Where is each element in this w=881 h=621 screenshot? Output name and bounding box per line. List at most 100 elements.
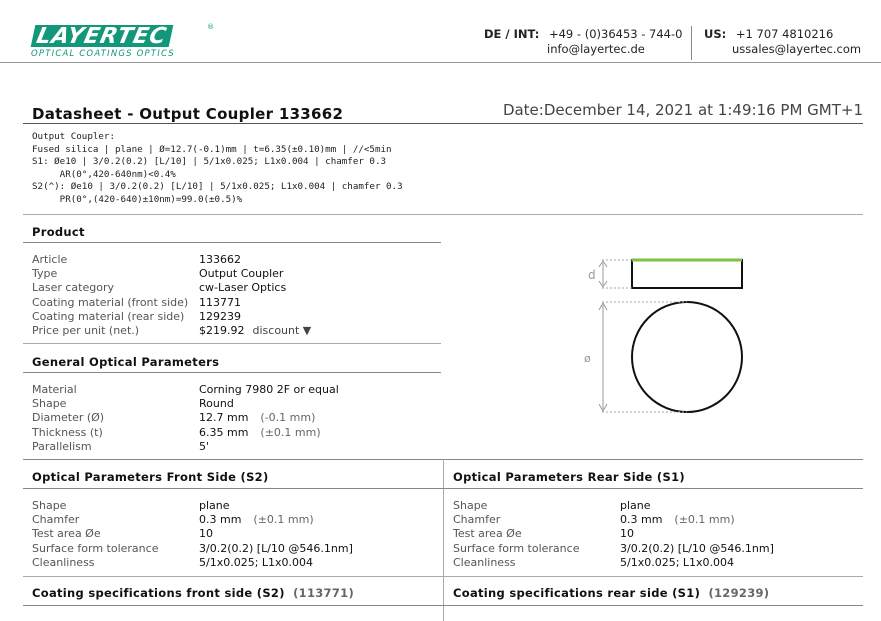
contact-de-email[interactable]: info@layertec.de	[547, 42, 645, 56]
row-value-text: 0.3 mm	[620, 513, 663, 527]
row-value-text: 5'	[199, 439, 210, 453]
price-row: $219.92 discount ▼	[199, 324, 311, 337]
section-title-general: General Optical Parameters	[32, 355, 220, 369]
section-title-rear: Optical Parameters Rear Side (S1)	[453, 470, 685, 484]
price-value: $219.92	[199, 324, 245, 337]
row-tolerance: (±0.1 mm)	[253, 513, 314, 527]
row-label: Shape	[453, 499, 488, 512]
logo-registered-mark: ®	[207, 23, 214, 31]
price-label: Price per unit (net.)	[32, 324, 140, 337]
product-rule	[23, 242, 441, 243]
section-title-coating-front: Coating specifications front side (S2) (…	[32, 586, 354, 600]
thickness-label: d	[588, 268, 596, 282]
row-label: Material	[32, 383, 77, 396]
row-value: 129239	[199, 310, 241, 323]
side-params-bottom-rule	[23, 576, 863, 577]
row-value-text: Round	[199, 397, 234, 411]
row-value: 5'	[199, 440, 209, 453]
row-label: Surface form tolerance	[453, 541, 580, 555]
row-value-text: 3/0.2(0.2) [L/10 @546.1nm]	[199, 541, 353, 555]
row-value-text: plane	[620, 499, 651, 512]
row-value: plane	[199, 499, 230, 512]
row-label: Surface form tolerance	[32, 541, 159, 555]
spec-line: S2(^): Øe10 | 3/0.2(0.2) [L/10] | 5/1x0.…	[32, 181, 403, 193]
contact-de-phone: +49 - (0)36453 - 744-0	[548, 27, 683, 41]
row-value-text: Output Coupler	[199, 267, 284, 281]
discount-dropdown[interactable]: discount ▼	[253, 324, 312, 337]
row-value: 133662	[199, 253, 241, 266]
datasheet-date: Date:December 14, 2021 at 1:49:16 PM GMT…	[502, 101, 863, 119]
row-value-text: Corning 7980 2F or equal	[199, 383, 339, 396]
contact-us-phone: +1 707 4810216	[735, 27, 834, 41]
coating-rule	[23, 605, 863, 606]
row-value-text: 129239	[199, 309, 241, 323]
row-tolerance: (±0.1 mm)	[674, 513, 735, 527]
contact-us-label: US:	[704, 27, 727, 41]
row-value-text: 133662	[199, 253, 241, 266]
row-value-text: 0.3 mm	[199, 513, 242, 527]
row-value: 6.35 mm (±0.1 mm)	[199, 426, 321, 439]
section-title-product: Product	[32, 225, 85, 239]
row-tolerance: (±0.1 mm)	[260, 425, 321, 439]
row-label: Shape	[32, 397, 67, 411]
row-value: 3/0.2(0.2) [L/10 @546.1nm]	[620, 542, 774, 555]
row-value: 12.7 mm (-0.1 mm)	[199, 411, 315, 424]
spec-rule	[23, 214, 863, 215]
title-rule	[23, 123, 863, 124]
row-label: Shape	[32, 499, 67, 512]
header-divider	[691, 26, 692, 60]
row-label: Article	[32, 253, 68, 266]
row-value-text: 5/1x0.025; L1x0.004	[199, 555, 314, 569]
row-label: Coating material (front side)	[32, 295, 189, 309]
row-value: 3/0.2(0.2) [L/10 @546.1nm]	[199, 542, 353, 555]
row-label: Coating material (rear side)	[32, 309, 185, 323]
row-label: Test area Øe	[32, 527, 101, 541]
contact-de-phone-line: DE / INT: +49 - (0)36453 - 744-0	[484, 27, 682, 41]
row-label: Chamfer	[32, 513, 80, 527]
spec-line: AR(0°,420-640nm)<0.4%	[32, 168, 176, 180]
contact-de-label: DE / INT:	[484, 27, 540, 41]
optic-side-view	[631, 259, 743, 289]
row-label: Cleanliness	[32, 555, 95, 569]
header-rule	[0, 62, 881, 63]
row-value: 0.3 mm (±0.1 mm)	[199, 513, 314, 526]
column-divider	[443, 459, 444, 621]
row-value-text: 5/1x0.025; L1x0.004	[620, 555, 735, 569]
spec-line: S1: Øe10 | 3/0.2(0.2) [L/10] | 5/1x0.025…	[32, 156, 387, 168]
product-bottom-rule	[23, 343, 441, 344]
section-title-coating-rear: Coating specifications rear side (S1) (1…	[453, 586, 769, 600]
logo-tagline: OPTICAL COATINGS OPTICS	[31, 49, 175, 59]
contact-us-email[interactable]: ussales@layertec.com	[732, 42, 861, 56]
coating-front-code[interactable]: (113771)	[293, 586, 354, 600]
coating-rear-code[interactable]: (129239)	[708, 586, 769, 600]
row-value: 0.3 mm (±0.1 mm)	[620, 513, 735, 526]
row-label: Diameter (Ø)	[32, 411, 105, 425]
general-rule	[23, 372, 441, 373]
optic-front-view	[631, 301, 743, 413]
diameter-label: ø	[584, 352, 591, 365]
row-value-text: cw-Laser Optics	[199, 281, 287, 295]
layertec-logo: LAYERTEC ® OPTICAL COATINGS OPTICS	[30, 23, 214, 59]
contact-us-phone-line: US: +1 707 4810216	[704, 27, 833, 41]
coating-front-title: Coating specifications front side (S2)	[32, 586, 285, 600]
side-params-rule	[23, 488, 863, 489]
row-value: 10	[199, 527, 213, 540]
row-value: 113771	[199, 296, 241, 309]
row-value: Corning 7980 2F or equal	[199, 383, 339, 396]
section-title-front: Optical Parameters Front Side (S2)	[32, 470, 269, 484]
row-label: Laser category	[32, 281, 115, 295]
row-value: 5/1x0.025; L1x0.004	[199, 556, 313, 569]
row-tolerance: (-0.1 mm)	[260, 411, 316, 425]
row-value-text: plane	[199, 499, 230, 512]
row-value-text: 10	[199, 527, 213, 541]
row-label: Cleanliness	[453, 555, 516, 569]
optic-drawing: d ø	[584, 258, 743, 413]
row-label: Test area Øe	[453, 527, 522, 541]
row-value: 10	[620, 527, 634, 540]
row-label: Type	[32, 267, 58, 281]
row-value-text: 113771	[199, 295, 241, 309]
row-value: plane	[620, 499, 651, 512]
row-label: Chamfer	[453, 513, 501, 527]
spec-line: Fused silica | plane | Ø=12.7(-0.1)mm | …	[32, 143, 392, 155]
row-label: Parallelism	[32, 439, 92, 453]
